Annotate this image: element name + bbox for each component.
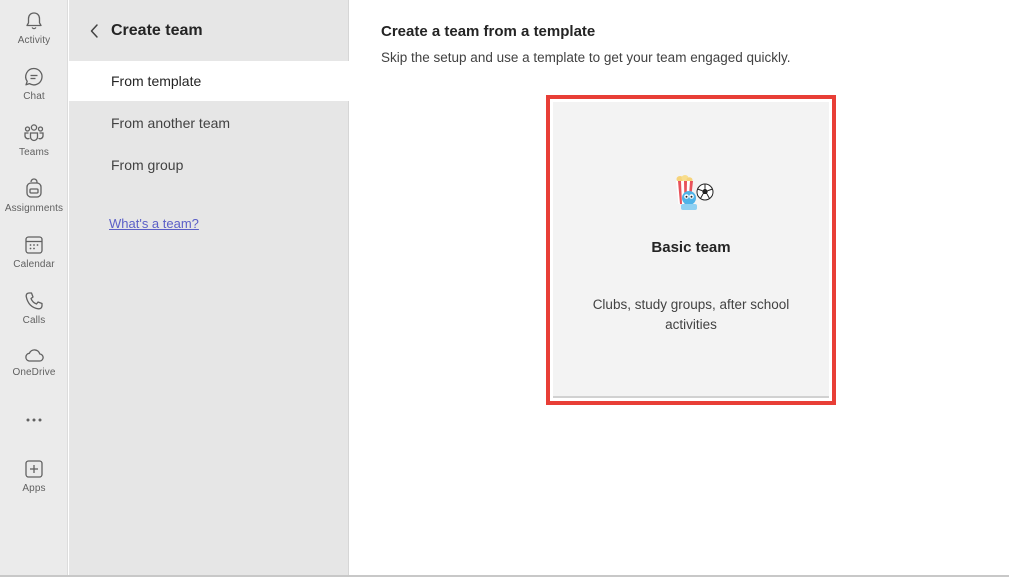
rail-label-activity: Activity: [17, 35, 51, 46]
main-content: Create a team from a template Skip the s…: [349, 0, 1009, 577]
chevron-left-icon: [90, 24, 98, 38]
panel-title: Create team: [111, 22, 203, 39]
phone-icon: [25, 292, 43, 310]
more-icon: [26, 418, 42, 422]
rail-item-calendar[interactable]: Calendar: [0, 234, 68, 286]
rail-label-assignments: Assignments: [4, 203, 64, 214]
card-title: Basic team: [651, 239, 731, 256]
nav-item-label: From template: [111, 73, 202, 89]
assignments-icon: [26, 178, 42, 198]
card-highlight-outline: Basic team Clubs, study groups, after sc…: [546, 95, 836, 405]
nav-item-from-group[interactable]: From group: [69, 145, 349, 185]
rail-label-chat: Chat: [23, 91, 45, 102]
rail-item-calls[interactable]: Calls: [0, 290, 68, 342]
rail-item-chat[interactable]: Chat: [0, 66, 68, 118]
nav-item-label: From group: [111, 157, 184, 173]
rail-item-activity[interactable]: Activity: [0, 10, 68, 62]
back-button[interactable]: [83, 19, 107, 43]
chat-icon: [25, 67, 43, 86]
basic-team-card[interactable]: Basic team Clubs, study groups, after sc…: [553, 102, 829, 398]
nav-item-from-another-team[interactable]: From another team: [69, 103, 349, 143]
rail-more-button[interactable]: [0, 408, 68, 432]
rail-item-apps[interactable]: Apps: [0, 458, 68, 510]
app-rail: Activity Chat Teams Assignments Calendar…: [0, 0, 68, 577]
bell-icon: [26, 12, 42, 30]
rail-label-apps: Apps: [22, 483, 46, 494]
rail-label-calls: Calls: [22, 315, 46, 326]
rail-label-calendar: Calendar: [13, 259, 55, 270]
whats-a-team-link[interactable]: What's a team?: [109, 216, 199, 231]
add-apps-icon: [25, 460, 43, 478]
cloud-icon: [25, 349, 44, 362]
rail-item-onedrive[interactable]: OneDrive: [0, 346, 68, 398]
create-team-panel: Create team From template From another t…: [69, 0, 349, 577]
teams-icon: [24, 124, 44, 142]
rail-item-assignments[interactable]: Assignments: [0, 178, 68, 230]
page-title: Create a team from a template: [381, 23, 596, 40]
panel-header: Create team: [69, 12, 349, 50]
rail-label-teams: Teams: [19, 147, 49, 158]
basic-team-icon: [676, 175, 714, 210]
calendar-icon: [25, 236, 43, 254]
rail-label-onedrive: OneDrive: [12, 367, 56, 378]
page-subtitle: Skip the setup and use a template to get…: [381, 50, 791, 65]
rail-item-teams[interactable]: Teams: [0, 122, 68, 174]
nav-item-from-template[interactable]: From template: [69, 61, 349, 101]
nav-item-label: From another team: [111, 115, 231, 131]
card-description: Clubs, study groups, after school activi…: [592, 297, 790, 332]
